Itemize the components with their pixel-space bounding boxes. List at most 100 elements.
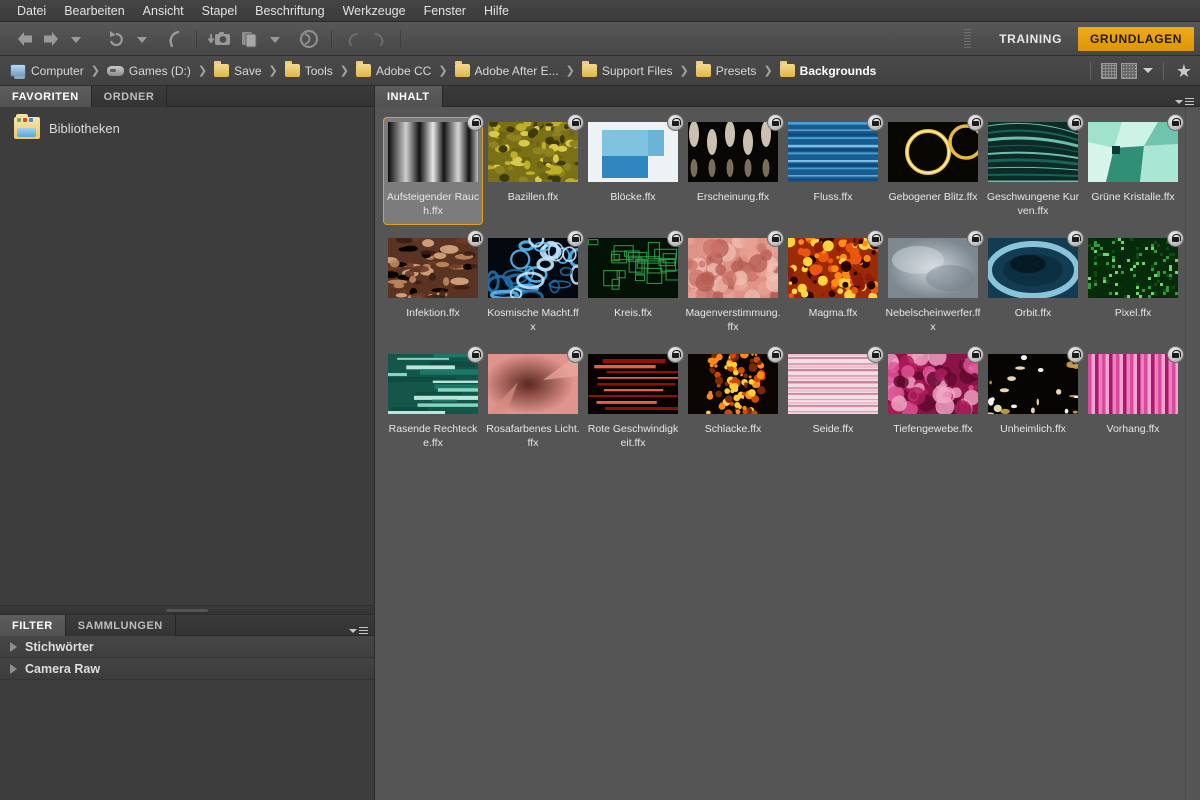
thumbnail-item[interactable]: Infektion.ffx xyxy=(383,233,483,341)
workspace-button-training[interactable]: TRAINING xyxy=(987,27,1074,51)
filter-row-label: Camera Raw xyxy=(25,662,100,676)
rotate-dropdown-icon[interactable] xyxy=(130,26,154,52)
history-dropdown-icon[interactable] xyxy=(64,26,88,52)
thumbnail-item[interactable]: Unheimlich.ffx xyxy=(983,349,1083,457)
menu-item-stapel[interactable]: Stapel xyxy=(193,2,246,20)
breadcrumb-item-computer[interactable]: Computer xyxy=(10,64,84,78)
content-area: Aufsteigender Rauch.ffx Bazillen.ffx Blö… xyxy=(375,107,1200,800)
thumbnail-item[interactable]: Orbit.ffx xyxy=(983,233,1083,341)
thumbnail-item[interactable]: Tiefengewebe.ffx xyxy=(883,349,983,457)
lock-icon xyxy=(467,114,484,131)
breadcrumb-item-gamesd[interactable]: Games (D:) xyxy=(107,64,191,78)
breadcrumb-item-supportfiles[interactable]: Support Files xyxy=(582,64,673,78)
chevron-right-icon[interactable] xyxy=(10,642,17,652)
breadcrumb-item-adobecc[interactable]: Adobe CC xyxy=(356,64,431,78)
thumbnail-label: Rasende Rechtecke.ffx xyxy=(385,422,481,450)
breadcrumb-separator: ❯ xyxy=(566,64,575,77)
thumbnail-item[interactable]: Kosmische Macht.ffx xyxy=(483,233,583,341)
chevron-right-icon[interactable] xyxy=(10,664,17,674)
thumbnail-item[interactable]: Rote Geschwindigkeit.ffx xyxy=(583,349,683,457)
thumbnail-item[interactable]: Magma.ffx xyxy=(783,233,883,341)
tab-favoriten[interactable]: FAVORITEN xyxy=(0,86,92,107)
content-panel-menu-icon[interactable] xyxy=(1175,98,1194,106)
menu-item-werkzeuge[interactable]: Werkzeuge xyxy=(334,2,415,20)
thumbnail-label: Rosafarbenes Licht.ffx xyxy=(485,422,581,450)
menu-item-fenster[interactable]: Fenster xyxy=(415,2,475,20)
thumbnail-item[interactable]: Kreis.ffx xyxy=(583,233,683,341)
thumbnail-item[interactable]: Pixel.ffx xyxy=(1083,233,1183,341)
thumbnail-label: Magma.ffx xyxy=(785,306,881,320)
filter-row-stichwrter[interactable]: Stichwörter xyxy=(0,636,374,658)
thumbnail-item[interactable]: Fluss.ffx xyxy=(783,117,883,225)
favorites-tabstrip: FAVORITEN ORDNER xyxy=(0,86,374,107)
lock-icon xyxy=(767,114,784,131)
toolbar-separator xyxy=(196,30,197,48)
tab-inhalt[interactable]: INHALT xyxy=(375,86,443,107)
breadcrumb-divider-2 xyxy=(1163,62,1164,80)
thumbnail-item[interactable]: Gebogener Blitz.ffx xyxy=(883,117,983,225)
breadcrumb-item-backgrounds[interactable]: Backgrounds xyxy=(780,64,877,78)
thumbnail-preview xyxy=(1088,238,1178,298)
thumbnail-item[interactable]: Bazillen.ffx xyxy=(483,117,583,225)
filter-tabstrip: FILTER SAMMLUNGEN xyxy=(0,615,374,636)
thumbnail-item[interactable]: Vorhang.ffx xyxy=(1083,349,1183,457)
menu-item-datei[interactable]: Datei xyxy=(8,2,55,20)
menu-item-beschriftung[interactable]: Beschriftung xyxy=(246,2,333,20)
favorites-star-icon[interactable]: ★ xyxy=(1176,62,1192,80)
menu-item-ansicht[interactable]: Ansicht xyxy=(134,2,193,20)
workspace-button-grundlagen[interactable]: GRUNDLAGEN xyxy=(1078,27,1194,51)
breadcrumb-item-save[interactable]: Save xyxy=(214,64,261,78)
thumbnail-item[interactable]: Geschwungene Kurven.ffx xyxy=(983,117,1083,225)
breadcrumb-item-label: Save xyxy=(234,64,261,78)
forward-arrow-icon[interactable] xyxy=(38,26,64,52)
thumbnail-item[interactable]: Seide.ffx xyxy=(783,349,883,457)
thumbnail-item[interactable]: Grüne Kristalle.ffx xyxy=(1083,117,1183,225)
tab-sammlungen[interactable]: SAMMLUNGEN xyxy=(66,615,176,636)
thumbnail-label: Erscheinung.ffx xyxy=(685,190,781,204)
thumbnail-item[interactable]: Rosafarbenes Licht.ffx xyxy=(483,349,583,457)
thumbnail-view-icon[interactable] xyxy=(1121,63,1137,79)
lock-icon xyxy=(567,114,584,131)
breadcrumb-item-tools[interactable]: Tools xyxy=(285,64,333,78)
breadcrumb-item-label: Adobe CC xyxy=(376,64,431,78)
thumbnail-item[interactable]: Blöcke.ffx xyxy=(583,117,683,225)
workspace-grab-handle[interactable] xyxy=(964,29,971,49)
thumbnail-item[interactable]: Aufsteigender Rauch.ffx xyxy=(383,117,483,225)
filter-panel-menu-icon[interactable] xyxy=(349,627,368,635)
toolbar-separator-2 xyxy=(331,30,332,48)
breadcrumb-item-label: Computer xyxy=(31,64,84,78)
breadcrumb-item-adobeaftere[interactable]: Adobe After E... xyxy=(455,64,559,78)
undo-icon[interactable] xyxy=(340,26,366,52)
tab-filter[interactable]: FILTER xyxy=(0,615,66,636)
open-in-camera-raw-icon[interactable] xyxy=(295,26,323,52)
rotate-clockwise-icon[interactable] xyxy=(162,26,188,52)
thumbnail-item[interactable]: Magenverstimmung.ffx xyxy=(683,233,783,341)
back-arrow-icon[interactable] xyxy=(12,26,38,52)
thumbnail-preview xyxy=(488,354,578,414)
filter-row-cameraraw[interactable]: Camera Raw xyxy=(0,658,374,680)
thumbnail-item[interactable]: Erscheinung.ffx xyxy=(683,117,783,225)
breadcrumb-separator: ❯ xyxy=(438,64,447,77)
refine-copy-icon[interactable] xyxy=(235,26,263,52)
favorite-item-bibliotheken[interactable]: Bibliotheken xyxy=(0,107,374,149)
get-photos-from-camera-icon[interactable] xyxy=(205,26,235,52)
thumbnail-preview xyxy=(988,354,1078,414)
rotate-counterclockwise-icon[interactable] xyxy=(102,26,130,52)
thumbnail-grid: Aufsteigender Rauch.ffx Bazillen.ffx Blö… xyxy=(375,107,1200,465)
view-dropdown-icon[interactable] xyxy=(1143,68,1153,73)
thumbnail-item[interactable]: Nebelscheinwerfer.ffx xyxy=(883,233,983,341)
thumbnail-item[interactable]: Schlacke.ffx xyxy=(683,349,783,457)
content-right-edge xyxy=(1185,107,1186,800)
breadcrumb-item-presets[interactable]: Presets xyxy=(696,64,757,78)
grid-view-icon[interactable] xyxy=(1101,63,1117,79)
menu-item-hilfe[interactable]: Hilfe xyxy=(475,2,518,20)
panel-splitter[interactable] xyxy=(0,605,374,615)
refine-dropdown-icon[interactable] xyxy=(263,26,287,52)
content-panel-column: INHALT Aufsteigender Rauch.ffx Bazillen.… xyxy=(375,86,1200,800)
menu-item-bearbeiten[interactable]: Bearbeiten xyxy=(55,2,133,20)
breadcrumb: Computer ❯ Games (D:) ❯ Save ❯ Tools ❯ Adobe CC ❯… xyxy=(0,56,1200,86)
thumbnail-item[interactable]: Rasende Rechtecke.ffx xyxy=(383,349,483,457)
folder-icon xyxy=(356,64,371,77)
redo-icon[interactable] xyxy=(366,26,392,52)
tab-ordner[interactable]: ORDNER xyxy=(92,86,168,107)
